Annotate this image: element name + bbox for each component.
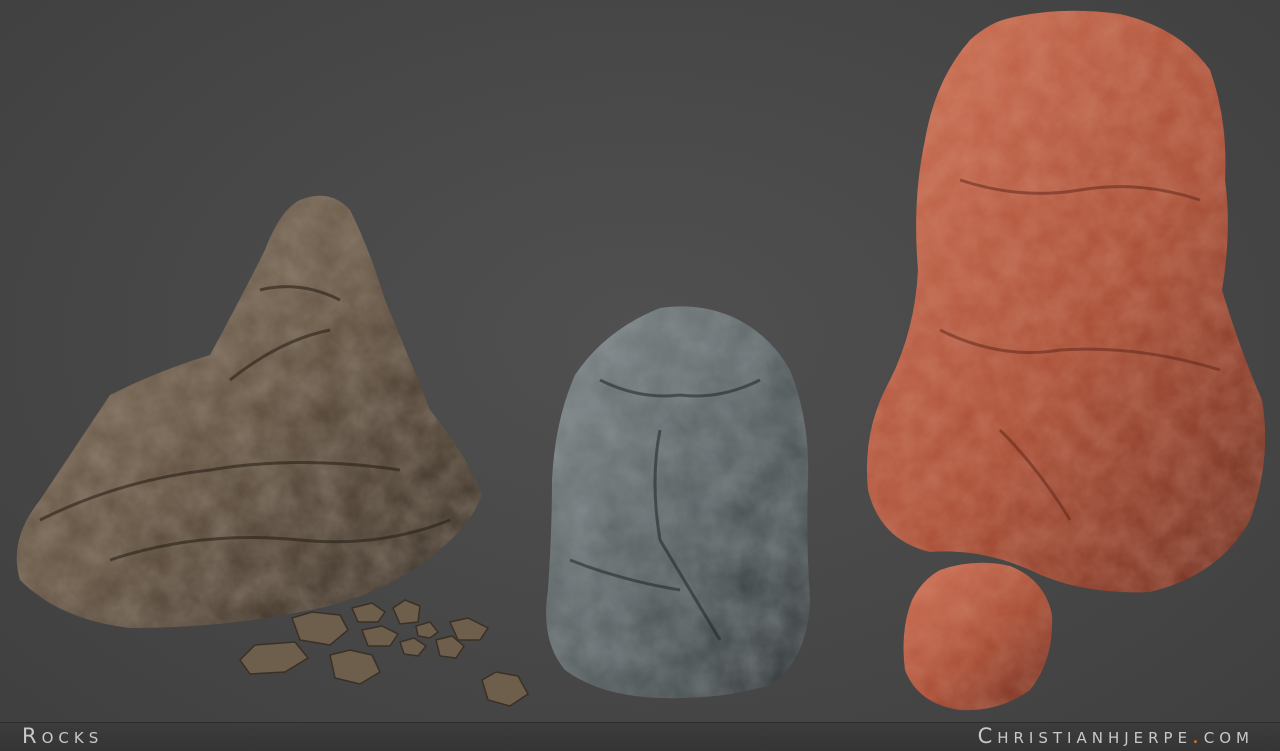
- site-tld: com: [1203, 724, 1254, 748]
- caption-title: Rocks: [22, 724, 104, 748]
- rock-render-scene: [16, 10, 1266, 711]
- brown-rock: [16, 195, 483, 628]
- render-canvas: Rocks Christianhjerpe.com: [0, 0, 1280, 751]
- brown-pebbles: [239, 599, 529, 707]
- caption-bar: Rocks Christianhjerpe.com: [0, 722, 1280, 751]
- red-rock-large: [866, 10, 1266, 593]
- grey-rock: [546, 306, 810, 699]
- red-rock-small: [903, 562, 1053, 711]
- site-watermark: Christianhjerpe.com: [978, 724, 1254, 748]
- site-dot: .: [1192, 724, 1204, 748]
- site-name: Christianhjerpe: [977, 724, 1193, 748]
